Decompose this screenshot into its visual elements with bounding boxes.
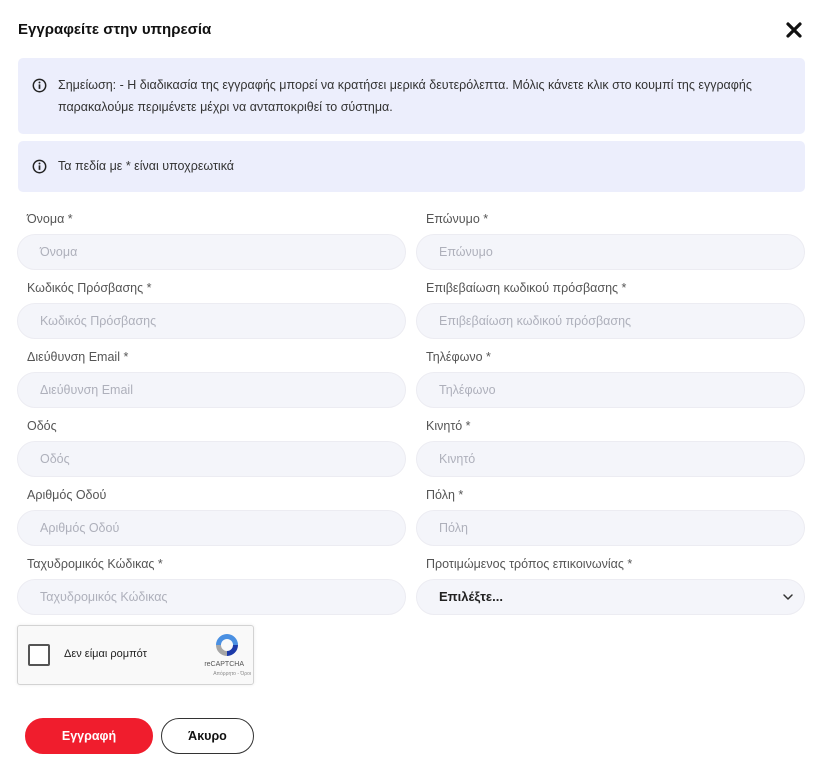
email-input[interactable]: Διεύθυνση Email (17, 372, 406, 408)
first-name-input[interactable]: Όνομα (17, 234, 406, 270)
recaptcha-logo-icon (214, 632, 240, 658)
password-confirm-group: Επιβεβαίωση κωδικού πρόσβασης * Επιβεβαί… (416, 278, 805, 339)
street-group: Οδός Οδός (17, 416, 406, 477)
last-name-label: Επώνυμο * (426, 212, 489, 226)
contact-method-selected: Επιλέξτε... (439, 589, 503, 604)
email-label: Διεύθυνση Email * (27, 350, 129, 364)
registration-note-text: Σημείωση: - Η διαδικασία της εγγραφής μπ… (58, 78, 752, 114)
first-name-group: Όνομα * Όνομα (17, 209, 406, 270)
password-confirm-label: Επιβεβαίωση κωδικού πρόσβασης * (426, 281, 627, 295)
city-input[interactable]: Πόλη (416, 510, 805, 546)
city-label: Πόλη * (426, 488, 464, 502)
postal-code-label: Ταχυδρομικός Κώδικας * (27, 557, 163, 571)
street-number-label: Αριθμός Οδού (27, 488, 107, 502)
first-name-label: Όνομα * (27, 212, 73, 226)
mobile-label: Κινητό * (426, 419, 471, 433)
required-fields-note-text: Τα πεδία με * είναι υποχρεωτικά (58, 159, 235, 173)
password-label: Κωδικός Πρόσβασης * (27, 281, 152, 295)
street-label: Οδός (27, 419, 57, 433)
contact-method-group: Προτιμώμενος τρόπος επικοινωνίας * Επιλέ… (416, 554, 805, 615)
info-icon (32, 159, 47, 174)
info-icon (32, 78, 47, 93)
modal-title: Εγγραφείτε στην υπηρεσία (18, 21, 212, 38)
postal-code-group: Ταχυδρομικός Κώδικας * Ταχυδρομικός Κώδι… (17, 554, 406, 615)
street-number-group: Αριθμός Οδού Αριθμός Οδού (17, 485, 406, 546)
cancel-button[interactable]: Άκυρο (161, 718, 254, 754)
phone-input[interactable]: Τηλέφωνο (416, 372, 805, 408)
last-name-group: Επώνυμο * Επώνυμο (416, 209, 805, 270)
mobile-input[interactable]: Κινητό (416, 441, 805, 477)
password-group: Κωδικός Πρόσβασης * Κωδικός Πρόσβασης (17, 278, 406, 339)
email-group: Διεύθυνση Email * Διεύθυνση Email (17, 347, 406, 408)
recaptcha-checkbox[interactable] (28, 644, 50, 666)
phone-label: Τηλέφωνο * (426, 350, 491, 364)
registration-note: Σημείωση: - Η διαδικασία της εγγραφής μπ… (18, 58, 805, 134)
postal-code-input[interactable]: Ταχυδρομικός Κώδικας (17, 579, 406, 615)
mobile-group: Κινητό * Κινητό (416, 416, 805, 477)
chevron-down-icon (782, 592, 794, 602)
contact-method-label: Προτιμώμενος τρόπος επικοινωνίας * (426, 557, 633, 571)
password-confirm-input[interactable]: Επιβεβαίωση κωδικού πρόσβασης (416, 303, 805, 339)
phone-group: Τηλέφωνο * Τηλέφωνο (416, 347, 805, 408)
recaptcha-terms-link[interactable]: Απόρρητο - Όροι (213, 671, 251, 677)
recaptcha-widget: Δεν είμαι ρομπότ reCAPTCHA Απόρρητο - Όρ… (17, 625, 254, 685)
modal-header: Εγγραφείτε στην υπηρεσία (18, 18, 804, 42)
recaptcha-brand: reCAPTCHA (204, 661, 244, 668)
recaptcha-label: Δεν είμαι ρομπότ (64, 648, 147, 660)
last-name-input[interactable]: Επώνυμο (416, 234, 805, 270)
street-number-input[interactable]: Αριθμός Οδού (17, 510, 406, 546)
password-input[interactable]: Κωδικός Πρόσβασης (17, 303, 406, 339)
required-fields-note: Τα πεδία με * είναι υποχρεωτικά (18, 141, 805, 192)
street-input[interactable]: Οδός (17, 441, 406, 477)
city-group: Πόλη * Πόλη (416, 485, 805, 546)
close-icon[interactable] (784, 20, 804, 40)
submit-button[interactable]: Εγγραφή (25, 718, 153, 754)
contact-method-select[interactable]: Επιλέξτε... (416, 579, 805, 615)
